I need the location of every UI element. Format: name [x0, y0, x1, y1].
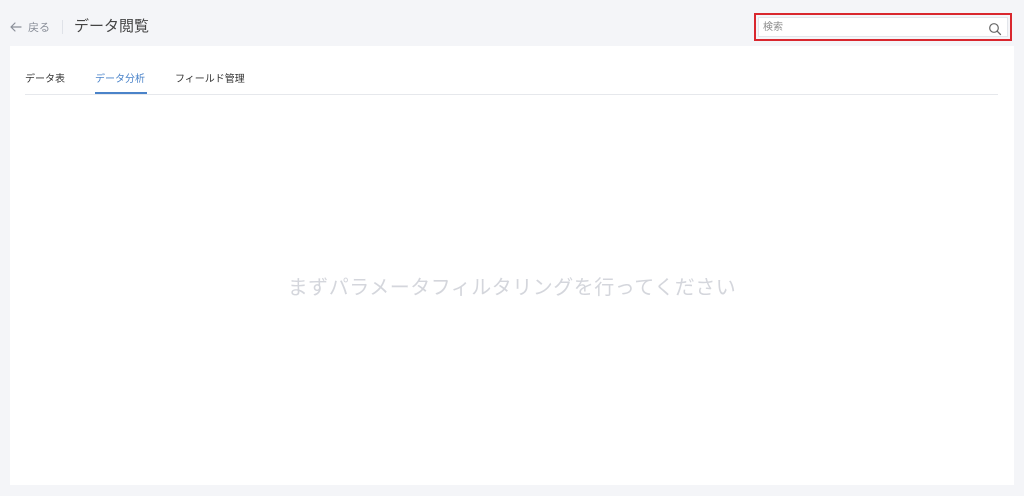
- tab-field-management[interactable]: フィールド管理: [175, 70, 245, 85]
- search-icon[interactable]: [988, 22, 1002, 36]
- header-divider: [62, 20, 63, 34]
- page-title: データ閲覧: [74, 17, 150, 35]
- empty-state-message: まずパラメータフィルタリングを行ってください: [287, 275, 737, 299]
- tab-data-table[interactable]: データ表: [25, 70, 65, 85]
- back-button[interactable]: 戻る: [10, 17, 50, 37]
- tab-bar: データ表 データ分析 フィールド管理: [25, 46, 998, 95]
- back-label: 戻る: [28, 21, 50, 34]
- search-input[interactable]: [763, 18, 983, 36]
- search-highlight-frame: [754, 13, 1012, 41]
- active-tab-indicator: [95, 92, 147, 94]
- page-header: 戻る データ閲覧: [0, 0, 1024, 46]
- content-card: データ表 データ分析 フィールド管理 まずパラメータフィルタリングを行ってくださ…: [10, 46, 1014, 485]
- tab-data-analysis[interactable]: データ分析: [95, 70, 145, 85]
- arrow-left-icon: [10, 22, 22, 32]
- search-box: [758, 17, 1008, 37]
